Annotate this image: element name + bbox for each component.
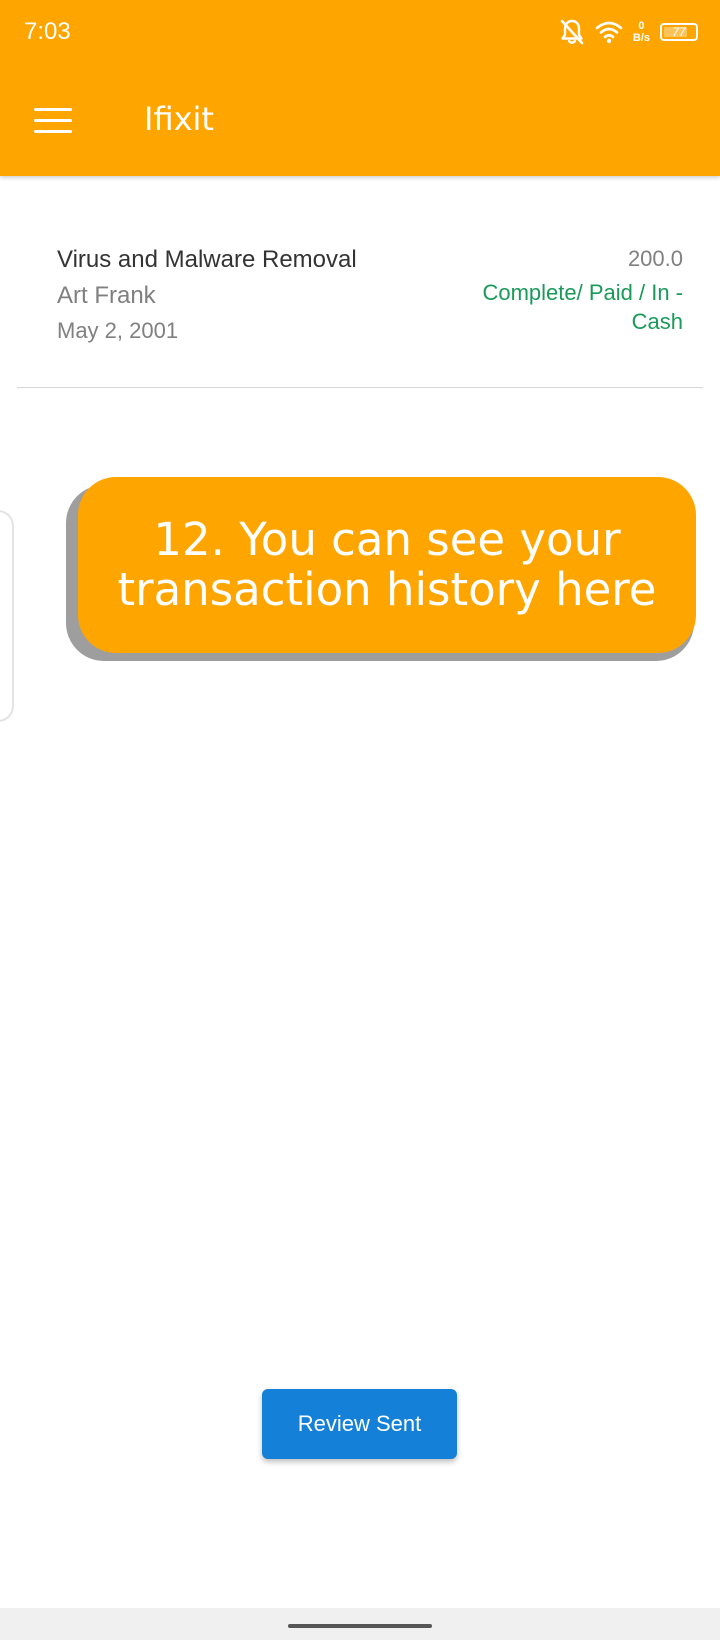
hamburger-menu-icon-bar xyxy=(34,118,72,122)
menu-button[interactable] xyxy=(30,98,82,142)
battery-level: 77 xyxy=(672,25,686,39)
hamburger-menu-icon-bar xyxy=(34,129,72,133)
network-speed-unit: B/s xyxy=(632,32,650,44)
system-navigation-bar xyxy=(0,1608,720,1640)
transaction-customer: Art Frank xyxy=(57,282,156,309)
transaction-date: May 2, 2001 xyxy=(57,318,179,343)
review-sent-button[interactable]: Review Sent xyxy=(262,1389,457,1459)
transaction-status: Complete/ Paid / In - Cash xyxy=(482,280,683,334)
tooltip-text: 12. You can see your transaction history… xyxy=(117,513,657,616)
home-indicator[interactable] xyxy=(288,1624,432,1628)
transaction-row[interactable]: Virus and Malware Removal Art Frank May … xyxy=(17,176,703,388)
offscreen-card-edge xyxy=(0,510,14,722)
tutorial-tooltip[interactable]: 12. You can see your transaction history… xyxy=(78,477,696,653)
transaction-amount: 200.0 xyxy=(627,246,683,271)
screen: 7:03 0 B/s 77 Ifixit Virus and Malware R… xyxy=(0,0,720,1640)
battery-icon: 77 xyxy=(660,23,698,41)
status-icons: 0 B/s 77 xyxy=(559,14,698,50)
hamburger-menu-icon xyxy=(34,107,72,111)
bell-off-icon xyxy=(559,18,585,46)
status-time: 7:03 xyxy=(24,18,71,45)
transaction-service: Virus and Malware Removal xyxy=(57,246,357,273)
app-title: Ifixit xyxy=(144,100,214,138)
wifi-icon xyxy=(595,20,623,44)
network-speed-indicator: 0 B/s xyxy=(633,20,650,44)
app-header: 7:03 0 B/s 77 Ifixit xyxy=(0,0,720,176)
network-speed-value: 0 xyxy=(638,20,645,32)
